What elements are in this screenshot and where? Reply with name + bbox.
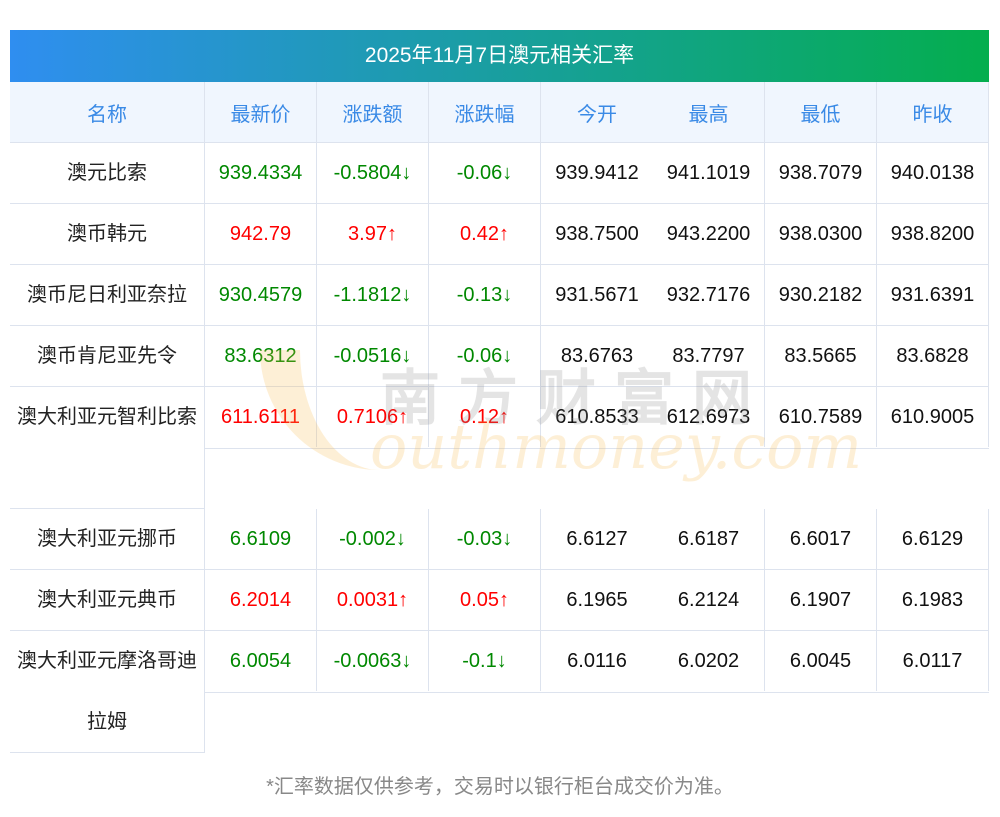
cell-high: 83.7797 (653, 326, 765, 386)
cell-low: 6.1907 (765, 570, 877, 630)
cell-change: 3.97↑ (317, 204, 429, 264)
row-values: 611.6111 0.7106↑ 0.12↑ 610.8533 612.6973 610.… (205, 387, 989, 449)
cell-latest: 611.6111 (205, 387, 317, 447)
cell-latest: 6.2014 (205, 570, 317, 630)
column-header: 今开 (577, 103, 617, 126)
cell-pct: 0.12↑ (429, 387, 541, 447)
cell-pct: -0.06↓ (429, 326, 541, 386)
cell-pct: 0.42↑ (429, 204, 541, 264)
exchange-rate-table: 名称 最新价 涨跌额 涨跌幅 今开 最高 最低 昨收 澳元比索 939.4334 -0.5804↓… (10, 82, 989, 753)
table-header-row: 名称 最新价 涨跌额 涨跌幅 今开 最高 最低 昨收 (10, 82, 989, 143)
cell-open: 939.9412 (555, 161, 639, 184)
cell-high: 6.2124 (653, 570, 765, 630)
footnote: *汇率数据仅供参考，交易时以银行柜台成交价为准。 (266, 776, 734, 798)
cell-open: 6.0116 (567, 649, 627, 672)
cell-latest: 83.6312 (205, 326, 317, 386)
cell-prev: 940.0138 (877, 143, 989, 203)
currency-pair-name: 澳大利亚元挪币 (10, 509, 205, 569)
cell-low: 6.6017 (765, 509, 877, 569)
row-values: 6.0054 -0.0063↓ -0.1↓ 6.0116 6.0202 6.0045 6.0… (205, 631, 989, 693)
cell-low: 610.7589 (765, 387, 877, 447)
cell-pct: -0.13↓ (429, 265, 541, 325)
currency-pair-name: 澳币韩元 (10, 204, 205, 264)
cell-change: -0.002↓ (317, 509, 429, 569)
cell-prev: 6.1983 (877, 570, 989, 630)
cell-low: 938.7079 (765, 143, 877, 203)
cell-high: 6.0202 (653, 631, 765, 691)
cell-pct: -0.06↓ (429, 143, 541, 203)
cell-high: 943.2200 (653, 204, 765, 264)
column-header: 最高 (653, 82, 765, 142)
column-header: 名称 (10, 82, 205, 142)
cell-prev: 931.6391 (877, 265, 989, 325)
cell-pct: -0.1↓ (429, 631, 541, 691)
column-header: 涨跌额 (317, 82, 429, 142)
cell-high: 6.6187 (653, 509, 765, 569)
cell-open: 610.8533 (555, 405, 639, 428)
cell-pct: 0.05↑ (429, 570, 541, 630)
cell-change: -1.1812↓ (317, 265, 429, 325)
cell-open: 938.7500 (555, 222, 639, 245)
cell-high: 941.1019 (653, 143, 765, 203)
table-row: 澳元比索 939.4334 -0.5804↓ -0.06↓ 939.9412 941.10… (10, 143, 989, 204)
cell-open: 83.6763 (560, 344, 634, 367)
cell-prev: 6.0117 (877, 631, 989, 691)
cell-latest: 942.79 (205, 204, 317, 264)
column-header: 昨收 (877, 82, 989, 142)
cell-change: -0.5804↓ (317, 143, 429, 203)
cell-prev: 6.6129 (877, 509, 989, 569)
table-title: 2025年11月7日澳元相关汇率 (10, 30, 989, 82)
cell-latest: 930.4579 (205, 265, 317, 325)
cell-open: 6.6127 (566, 527, 628, 550)
cell-latest: 6.6109 (205, 509, 317, 569)
column-header: 最新价 (205, 82, 317, 142)
table-row: 澳币韩元 942.79 3.97↑ 0.42↑ 938.7500 943.2200 938.… (10, 204, 989, 265)
table-row: 澳大利亚元摩洛哥迪拉姆 6.0054 -0.0063↓ -0.1↓ 6.0116 6.02… (10, 631, 989, 753)
page: 2025年11月7日澳元相关汇率 名称 最新价 涨跌额 涨跌幅 今开 最高 最低 昨收 澳元比… (0, 0, 1000, 817)
cell-change: -0.0063↓ (317, 631, 429, 691)
table-row: 澳大利亚元典币 6.2014 0.0031↑ 0.05↑ 6.1965 6.2124 6.1… (10, 570, 989, 631)
cell-open: 931.5671 (555, 283, 639, 306)
currency-pair-name: 澳大利亚元摩洛哥迪拉姆 (10, 631, 205, 753)
cell-change: 0.7106↑ (317, 387, 429, 447)
cell-pct: -0.03↓ (429, 509, 541, 569)
table-row: 澳币肯尼亚先令 83.6312 -0.0516↓ -0.06↓ 83.6763 83.77… (10, 326, 989, 387)
cell-change: -0.0516↓ (317, 326, 429, 386)
cell-prev: 83.6828 (877, 326, 989, 386)
cell-change: 0.0031↑ (317, 570, 429, 630)
currency-pair-name: 澳币肯尼亚先令 (10, 326, 205, 386)
currency-pair-name: 澳币尼日利亚奈拉 (10, 265, 205, 325)
cell-low: 930.2182 (765, 265, 877, 325)
column-header: 最低 (765, 82, 877, 142)
table-row: 澳大利亚元智利比索 611.6111 0.7106↑ 0.12↑ 610.8533 612… (10, 387, 989, 509)
cell-prev: 610.9005 (877, 387, 989, 447)
table-row: 澳大利亚元挪币 6.6109 -0.002↓ -0.03↓ 6.6127 6.6187 6.… (10, 509, 989, 570)
table-row: 澳币尼日利亚奈拉 930.4579 -1.1812↓ -0.13↓ 931.5671 93… (10, 265, 989, 326)
column-header: 涨跌幅 (429, 82, 541, 142)
cell-high: 932.7176 (653, 265, 765, 325)
cell-latest: 6.0054 (205, 631, 317, 691)
currency-pair-name: 澳元比索 (10, 143, 205, 203)
cell-low: 83.5665 (765, 326, 877, 386)
cell-low: 6.0045 (765, 631, 877, 691)
cell-latest: 939.4334 (205, 143, 317, 203)
cell-open: 6.1965 (566, 588, 628, 611)
currency-pair-name: 澳大利亚元典币 (10, 570, 205, 630)
currency-pair-name: 澳大利亚元智利比索 (10, 387, 205, 509)
cell-low: 938.0300 (765, 204, 877, 264)
cell-prev: 938.8200 (877, 204, 989, 264)
cell-high: 612.6973 (653, 387, 765, 447)
